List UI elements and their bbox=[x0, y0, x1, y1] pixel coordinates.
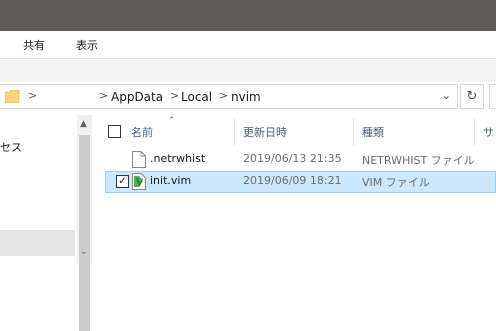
file-type: VIM ファイル bbox=[362, 176, 430, 189]
breadcrumb-local[interactable]: Local bbox=[181, 90, 212, 104]
scrollbar-thumb[interactable] bbox=[79, 135, 90, 331]
ribbon: 共有 表示 bbox=[0, 31, 496, 59]
file-row[interactable]: .netrwhist 2019/06/13 21:35 NETRWHIST ファ… bbox=[105, 149, 496, 171]
nav-item-quick-access[interactable]: セス bbox=[0, 139, 22, 155]
breadcrumb-separator[interactable]: > bbox=[28, 89, 37, 102]
title-bar bbox=[0, 0, 496, 31]
scroll-up-icon[interactable]: ▲ bbox=[80, 119, 87, 129]
refresh-icon[interactable]: ↻ bbox=[460, 84, 484, 109]
vim-file-icon bbox=[132, 173, 146, 190]
breadcrumb-nvim[interactable]: nvim bbox=[231, 90, 261, 104]
chevron-down-icon[interactable]: ⌄ bbox=[442, 89, 451, 102]
breadcrumb-separator[interactable]: > bbox=[219, 89, 228, 102]
scroll-down-icon[interactable]: ⌄ bbox=[80, 247, 88, 257]
tab-view[interactable]: 表示 bbox=[74, 37, 100, 53]
sort-ascending-icon: ⌃ bbox=[168, 116, 176, 126]
search-box[interactable] bbox=[489, 84, 496, 109]
file-type: NETRWHIST ファイル bbox=[362, 154, 475, 167]
breadcrumb-separator[interactable]: > bbox=[99, 89, 108, 102]
column-size[interactable]: サ bbox=[483, 124, 494, 140]
column-date[interactable]: 更新日時 bbox=[243, 124, 287, 140]
column-divider[interactable] bbox=[234, 118, 235, 146]
nav-scrollbar[interactable]: ▲ ⌄ bbox=[77, 115, 92, 331]
column-type[interactable]: 種類 bbox=[362, 124, 384, 140]
column-header: 名前 ⌃ 更新日時 種類 サ bbox=[100, 116, 496, 146]
address-bar[interactable]: > > AppData > Local > nvim ⌄ bbox=[0, 84, 458, 109]
file-row-selected[interactable]: ✓ init.vim 2019/06/09 18:21 VIM ファイル bbox=[105, 171, 496, 193]
file-date: 2019/06/09 18:21 bbox=[243, 174, 342, 187]
toolbar-gap bbox=[0, 60, 496, 82]
select-all-checkbox[interactable] bbox=[108, 125, 121, 138]
nav-item-selected[interactable] bbox=[0, 230, 75, 256]
file-date: 2019/06/13 21:35 bbox=[243, 152, 342, 165]
column-divider[interactable] bbox=[353, 118, 354, 146]
column-divider[interactable] bbox=[474, 118, 475, 146]
file-icon bbox=[132, 151, 146, 168]
folder-icon bbox=[5, 90, 20, 103]
column-name[interactable]: 名前 bbox=[131, 124, 153, 140]
breadcrumb-appdata[interactable]: AppData bbox=[111, 90, 163, 104]
file-name: init.vim bbox=[150, 174, 192, 187]
breadcrumb-separator[interactable]: > bbox=[170, 89, 179, 102]
file-name: .netrwhist bbox=[150, 152, 206, 165]
tab-share[interactable]: 共有 bbox=[21, 37, 47, 53]
row-checkbox[interactable]: ✓ bbox=[116, 175, 129, 188]
